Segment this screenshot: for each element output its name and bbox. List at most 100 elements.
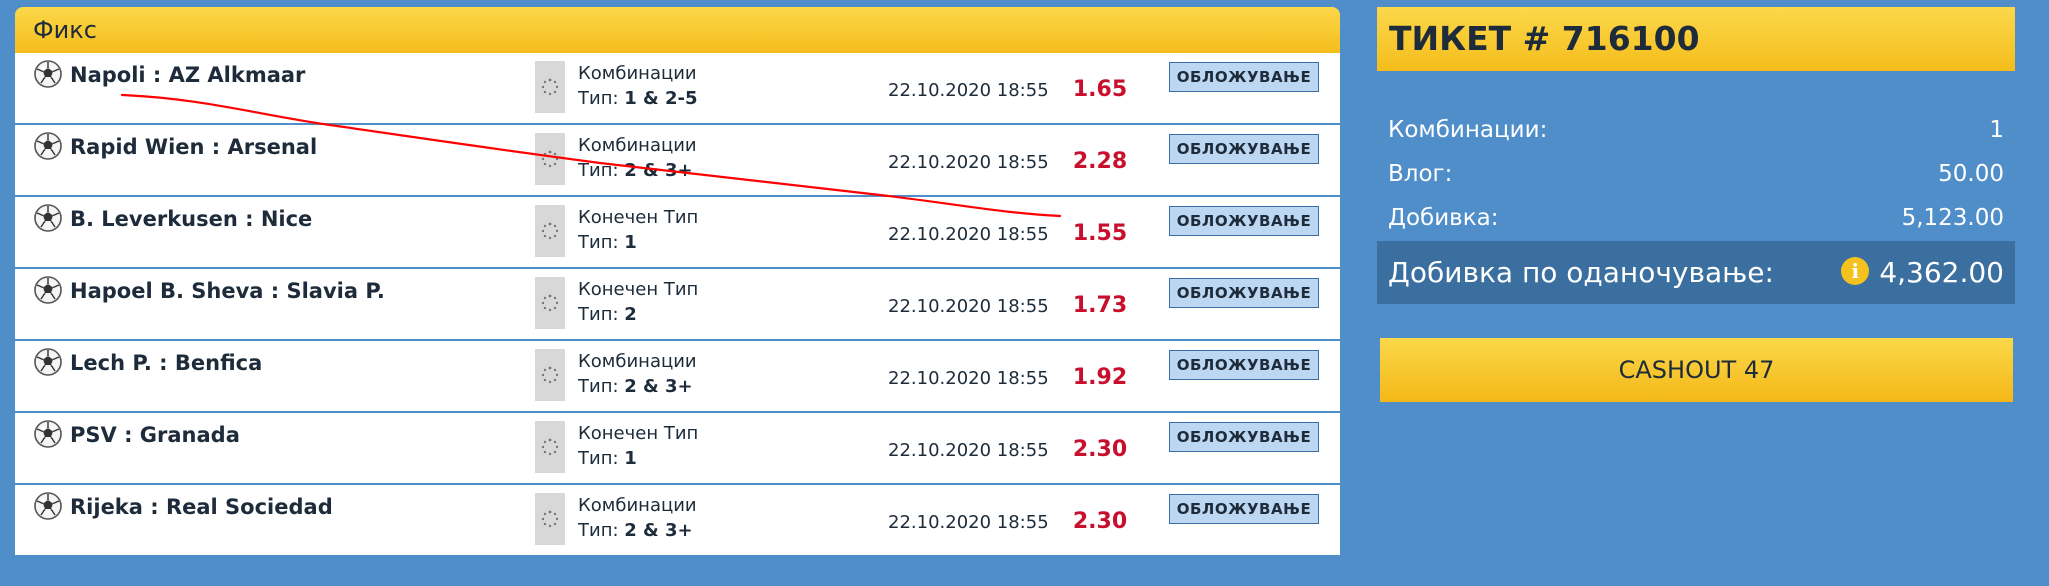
cashout-button[interactable]: CASHOUT 47 — [1380, 338, 2013, 402]
loading-spinner-icon — [535, 277, 565, 329]
section-title: Фикс — [15, 7, 1340, 53]
loading-spinner-icon — [535, 205, 565, 257]
bet-type: Комбинации Тип: 2 & 3+ — [578, 351, 697, 397]
win-label: Добивка: — [1388, 205, 1499, 231]
stake-row: Влог: 50.00 — [1377, 152, 2015, 196]
bet-type-value: 1 & 2-5 — [624, 88, 698, 109]
combinations-value: 1 — [1989, 117, 2004, 143]
bet-type-line: Тип: 1 — [578, 448, 698, 469]
soccer-ball-icon — [33, 59, 63, 89]
odds-value: 2.28 — [1072, 149, 1128, 174]
bet-type-prefix: Тип: — [578, 232, 625, 253]
bet-type-prefix: Тип: — [578, 160, 625, 181]
bet-type-name: Конечен Тип — [578, 423, 699, 444]
soccer-ball-icon — [33, 419, 63, 449]
win-row: Добивка: 5,123.00 — [1377, 196, 2015, 240]
tax-win-value: 4,362.00 — [1879, 256, 2004, 289]
bet-type-prefix: Тип: — [578, 376, 625, 397]
odds-value: 2.30 — [1072, 437, 1128, 462]
bet-button[interactable]: ОБЛОЖУВАЊЕ — [1169, 62, 1319, 92]
soccer-ball-icon — [33, 131, 63, 161]
bet-type-prefix: Тип: — [578, 304, 625, 325]
match-name: Rapid Wien : Arsenal — [70, 135, 318, 159]
bet-type: Комбинации Тип: 1 & 2-5 — [578, 63, 698, 109]
bet-type: Комбинации Тип: 2 & 3+ — [578, 495, 697, 541]
bet-button[interactable]: ОБЛОЖУВАЊЕ — [1169, 422, 1319, 452]
bet-type-line: Тип: 2 & 3+ — [578, 376, 697, 397]
soccer-ball-icon — [33, 491, 63, 521]
bet-type: Комбинации Тип: 2 & 3+ — [578, 135, 697, 181]
fix-bets-panel: Фикс Napoli : AZ Alkmaar Комбинации Тип: 1… — [15, 7, 1340, 555]
bet-type-name: Комбинации — [578, 63, 697, 84]
bet-type-prefix: Тип: — [578, 88, 625, 109]
odds-value: 1.73 — [1072, 293, 1128, 318]
ticket-title: ТИКЕТ # 716100 — [1377, 7, 2015, 71]
match-name: Lech P. : Benfica — [70, 351, 263, 375]
match-name: B. Leverkusen : Nice — [70, 207, 313, 231]
bet-type-prefix: Тип: — [578, 520, 625, 541]
match-datetime: 22.10.2020 18:55 — [888, 512, 1049, 533]
loading-spinner-icon — [535, 349, 565, 401]
bet-type: Конечен Тип Тип: 1 — [578, 423, 698, 469]
bet-rows: Napoli : AZ Alkmaar Комбинации Тип: 1 & 2-… — [15, 53, 1340, 555]
bet-button[interactable]: ОБЛОЖУВАЊЕ — [1169, 134, 1319, 164]
stake-value: 50.00 — [1938, 161, 2004, 187]
bet-type-name: Комбинации — [578, 135, 697, 156]
match-name: PSV : Granada — [70, 423, 240, 447]
win-value: 5,123.00 — [1901, 205, 2004, 231]
combinations-row: Комбинации: 1 — [1377, 108, 2015, 152]
match-datetime: 22.10.2020 18:55 — [888, 80, 1049, 101]
bet-row: B. Leverkusen : Nice Конечен Тип Тип: 1 22.… — [15, 197, 1340, 267]
bet-type-line: Тип: 2 & 3+ — [578, 520, 697, 541]
odds-value: 1.65 — [1072, 77, 1128, 102]
bet-type: Конечен Тип Тип: 1 — [578, 207, 698, 253]
bet-button[interactable]: ОБЛОЖУВАЊЕ — [1169, 278, 1319, 308]
loading-spinner-icon — [535, 61, 565, 113]
ticket-summary: Комбинации: 1 Влог: 50.00 Добивка: 5,123… — [1377, 108, 2015, 304]
bet-row: Hapoel B. Sheva : Slavia P. Конечен Тип Ти… — [15, 269, 1340, 339]
loading-spinner-icon — [535, 421, 565, 473]
bet-type-line: Тип: 1 — [578, 232, 698, 253]
bet-type-name: Конечен Тип — [578, 207, 699, 228]
bet-row: Rapid Wien : Arsenal Комбинации Тип: 2 & 3… — [15, 125, 1340, 195]
loading-spinner-icon — [535, 133, 565, 185]
soccer-ball-icon — [33, 347, 63, 377]
soccer-ball-icon — [33, 203, 63, 233]
bet-type-value: 2 & 3+ — [624, 160, 693, 181]
bet-type: Конечен Тип Тип: 2 — [578, 279, 698, 325]
bet-row: PSV : Granada Конечен Тип Тип: 1 22.10.2020… — [15, 413, 1340, 483]
loading-spinner-icon — [535, 493, 565, 545]
tax-win-value-group: i 4,362.00 — [1841, 241, 2004, 304]
bet-type-line: Тип: 2 & 3+ — [578, 160, 697, 181]
combinations-label: Комбинации: — [1388, 117, 1548, 143]
stake-label: Влог: — [1388, 161, 1453, 187]
bet-button[interactable]: ОБЛОЖУВАЊЕ — [1169, 206, 1319, 236]
match-datetime: 22.10.2020 18:55 — [888, 440, 1049, 461]
bet-type-value: 2 & 3+ — [624, 520, 693, 541]
odds-value: 2.30 — [1072, 509, 1128, 534]
bet-button[interactable]: ОБЛОЖУВАЊЕ — [1169, 350, 1319, 380]
match-datetime: 22.10.2020 18:55 — [888, 224, 1049, 245]
bet-row: Lech P. : Benfica Комбинации Тип: 2 & 3+ 22… — [15, 341, 1340, 411]
bet-type-line: Тип: 1 & 2-5 — [578, 88, 698, 109]
bet-type-name: Комбинации — [578, 351, 697, 372]
bet-type-value: 1 — [624, 232, 637, 253]
bet-type-value: 2 — [624, 304, 637, 325]
info-icon[interactable]: i — [1841, 257, 1870, 285]
match-name: Rijeka : Real Sociedad — [70, 495, 333, 519]
odds-value: 1.92 — [1072, 365, 1128, 390]
tax-win-label: Добивка по оданочување: — [1388, 256, 1774, 289]
bet-row: Rijeka : Real Sociedad Комбинации Тип: 2 &… — [15, 485, 1340, 555]
tax-win-row: Добивка по оданочување: i 4,362.00 — [1377, 241, 2015, 304]
match-datetime: 22.10.2020 18:55 — [888, 368, 1049, 389]
bet-type-name: Конечен Тип — [578, 279, 699, 300]
bet-type-prefix: Тип: — [578, 448, 625, 469]
bet-type-name: Комбинации — [578, 495, 697, 516]
bet-type-value: 1 — [624, 448, 637, 469]
soccer-ball-icon — [33, 275, 63, 305]
match-name: Hapoel B. Sheva : Slavia P. — [70, 279, 385, 303]
match-datetime: 22.10.2020 18:55 — [888, 296, 1049, 317]
bet-button[interactable]: ОБЛОЖУВАЊЕ — [1169, 494, 1319, 524]
odds-value: 1.55 — [1072, 221, 1128, 246]
match-datetime: 22.10.2020 18:55 — [888, 152, 1049, 173]
